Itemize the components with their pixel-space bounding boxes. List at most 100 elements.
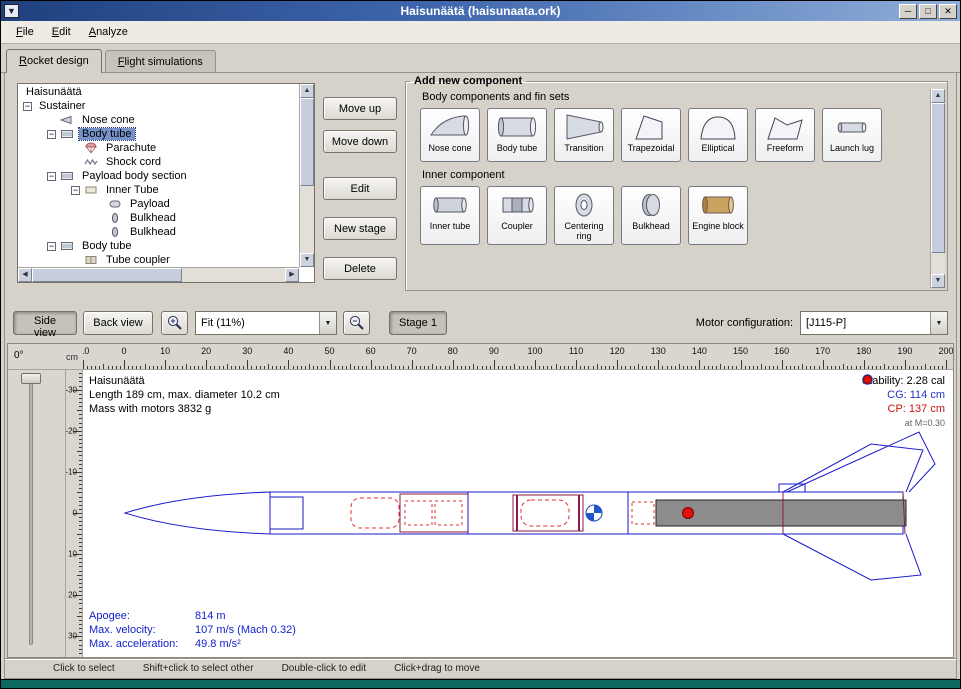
tree-horizontal-scrollbar[interactable]: ◀ ▶ bbox=[18, 267, 299, 282]
tab-rocket-design[interactable]: Rocket design bbox=[6, 49, 102, 73]
scroll-left-icon[interactable]: ◀ bbox=[18, 268, 32, 282]
tree-expander-icon[interactable]: − bbox=[47, 130, 56, 139]
tree-item-label: Payload bbox=[127, 198, 173, 210]
close-button[interactable]: ✕ bbox=[939, 4, 957, 19]
tree-item-parachute[interactable]: Parachute bbox=[19, 141, 298, 155]
scroll-down-icon[interactable]: ▼ bbox=[931, 274, 945, 288]
scroll-right-icon[interactable]: ▶ bbox=[285, 268, 299, 282]
tree-item-bulkhead[interactable]: Bulkhead bbox=[19, 225, 298, 239]
add-nose-cone-button[interactable]: Nose cone bbox=[420, 108, 480, 162]
chevron-down-icon[interactable]: ▼ bbox=[930, 312, 947, 334]
scrollbar-thumb[interactable] bbox=[300, 98, 314, 186]
nosecone-icon bbox=[60, 114, 76, 126]
body-tube-icon bbox=[495, 111, 539, 143]
scroll-up-icon[interactable]: ▲ bbox=[931, 89, 945, 103]
status-hint-4: Click+drag to move bbox=[394, 663, 480, 674]
tree-item-label: Body tube bbox=[79, 128, 135, 140]
tree-item-label: Tube coupler bbox=[103, 254, 173, 266]
tree-item-inner-tube[interactable]: −Inner Tube bbox=[19, 183, 298, 197]
scroll-up-icon[interactable]: ▲ bbox=[300, 84, 314, 98]
tree-item-payload-body-section[interactable]: −Payload body section bbox=[19, 169, 298, 183]
zoom-select[interactable]: Fit (11%) ▼ bbox=[195, 311, 337, 335]
add-coupler-button[interactable]: Coupler bbox=[487, 186, 547, 245]
tree-item-body-tube[interactable]: − Body tube bbox=[19, 239, 298, 253]
centering-ring-icon bbox=[562, 189, 606, 221]
zoom-out-button[interactable] bbox=[343, 311, 370, 335]
tree-vertical-scrollbar[interactable]: ▲ ▼ bbox=[299, 84, 314, 267]
add-trapezoidal-button[interactable]: Trapezoidal bbox=[621, 108, 681, 162]
tree-item-body-tube[interactable]: − Body tube bbox=[19, 127, 298, 141]
payload-icon bbox=[108, 198, 124, 210]
motor-config-label: Motor configuration: bbox=[696, 317, 793, 329]
delete-button[interactable]: Delete bbox=[323, 257, 397, 280]
scrollbar-thumb[interactable] bbox=[931, 103, 945, 253]
tree-item-haisun-t[interactable]: Haisunäätä bbox=[19, 85, 298, 99]
add-freeform-button[interactable]: Freeform bbox=[755, 108, 815, 162]
chevron-down-icon[interactable]: ▼ bbox=[319, 312, 336, 334]
tree-action-buttons: Move up Move down Edit New stage Delete bbox=[323, 83, 397, 293]
add-transition-button[interactable]: Transition bbox=[554, 108, 614, 162]
v-ruler-label: -20 bbox=[66, 426, 77, 435]
move-up-button[interactable]: Move up bbox=[323, 97, 397, 120]
tree-item-nose-cone[interactable]: Nose cone bbox=[19, 113, 298, 127]
add-elliptical-button[interactable]: Elliptical bbox=[688, 108, 748, 162]
status-hint-3: Double-click to edit bbox=[282, 663, 366, 674]
tree-expander-icon[interactable]: − bbox=[23, 102, 32, 111]
h-ruler-label: 160 bbox=[774, 346, 789, 356]
tree-expander-icon[interactable]: − bbox=[71, 186, 80, 195]
bodytube-icon bbox=[60, 170, 76, 182]
side-view-button[interactable]: Side view bbox=[13, 311, 77, 335]
add-engine-block-button[interactable]: Engine block bbox=[688, 186, 748, 245]
menu-item-analyze[interactable]: Analyze bbox=[80, 23, 137, 41]
status-hint-1: Click to select bbox=[53, 663, 115, 674]
zoom-in-button[interactable] bbox=[161, 311, 188, 335]
back-view-button[interactable]: Back view bbox=[83, 311, 153, 335]
v-ruler-label: 30 bbox=[68, 632, 77, 641]
add-bulkhead-button[interactable]: Bulkhead bbox=[621, 186, 681, 245]
scroll-down-icon[interactable]: ▼ bbox=[300, 253, 314, 267]
cg-marker bbox=[586, 505, 602, 521]
tree-expander-icon[interactable]: − bbox=[47, 172, 56, 181]
stage-1-toggle[interactable]: Stage 1 bbox=[389, 311, 447, 335]
tree-item-bulkhead[interactable]: Bulkhead bbox=[19, 211, 298, 225]
tree-item-shock-cord[interactable]: Shock cord bbox=[19, 155, 298, 169]
tree-item-label: Nose cone bbox=[79, 114, 138, 126]
maximize-button[interactable]: □ bbox=[919, 4, 937, 19]
rocket-canvas[interactable]: Haisunäätä Length 189 cm, max. diameter … bbox=[83, 370, 953, 657]
menu-item-file[interactable]: File bbox=[7, 23, 43, 41]
h-ruler-label: 40 bbox=[283, 346, 293, 356]
component-tree: Haisunäätä−SustainerNose cone−Body tubeP… bbox=[19, 85, 298, 266]
motor-config-select[interactable]: [J115-P] ▼ bbox=[800, 311, 948, 335]
component-groups: Body components and fin setsNose coneBod… bbox=[406, 91, 947, 245]
component-group-label-inner-component: Inner component bbox=[422, 169, 943, 181]
minimize-button[interactable]: ─ bbox=[899, 4, 917, 19]
tree-expander-icon[interactable]: − bbox=[47, 242, 56, 251]
window-icon[interactable]: ▼ bbox=[4, 4, 19, 18]
velocity-value: 107 m/s (Mach 0.32) bbox=[195, 623, 296, 637]
bottom-edge bbox=[1, 679, 960, 688]
transition-icon bbox=[562, 111, 606, 143]
rotation-slider-handle[interactable] bbox=[21, 373, 41, 384]
v-ruler-label: -10 bbox=[66, 467, 77, 476]
tab-flight-simulations[interactable]: Flight simulations bbox=[105, 50, 216, 72]
tree-item-tube-coupler[interactable]: Tube coupler bbox=[19, 253, 298, 266]
add-launch-lug-button[interactable]: Launch lug bbox=[822, 108, 882, 162]
scrollbar-thumb[interactable] bbox=[32, 268, 182, 282]
view-controls: Side view Back view Fit (11%) ▼ Stage 1 … bbox=[5, 305, 956, 343]
add-centering-ring-button[interactable]: Centering ring bbox=[554, 186, 614, 245]
rotation-slider[interactable] bbox=[8, 370, 66, 657]
new-stage-button[interactable]: New stage bbox=[323, 217, 397, 240]
app-window: ▼ Haisunäätä (haisunaata.ork) ─ □ ✕ File… bbox=[0, 0, 961, 689]
add-body-tube-button[interactable]: Body tube bbox=[487, 108, 547, 162]
tree-item-label: Body tube bbox=[79, 240, 135, 252]
add-panel-scrollbar[interactable]: ▲ ▼ bbox=[930, 89, 945, 288]
stability-value: Stability: 2.28 cal bbox=[862, 374, 945, 388]
add-inner-tube-button[interactable]: Inner tube bbox=[420, 186, 480, 245]
h-ruler-label: 170 bbox=[815, 346, 830, 356]
tree-item-payload[interactable]: Payload bbox=[19, 197, 298, 211]
edit-button[interactable]: Edit bbox=[323, 177, 397, 200]
tree-item-sustainer[interactable]: −Sustainer bbox=[19, 99, 298, 113]
h-ruler-label: 100 bbox=[527, 346, 542, 356]
move-down-button[interactable]: Move down bbox=[323, 130, 397, 153]
menu-item-edit[interactable]: Edit bbox=[43, 23, 80, 41]
